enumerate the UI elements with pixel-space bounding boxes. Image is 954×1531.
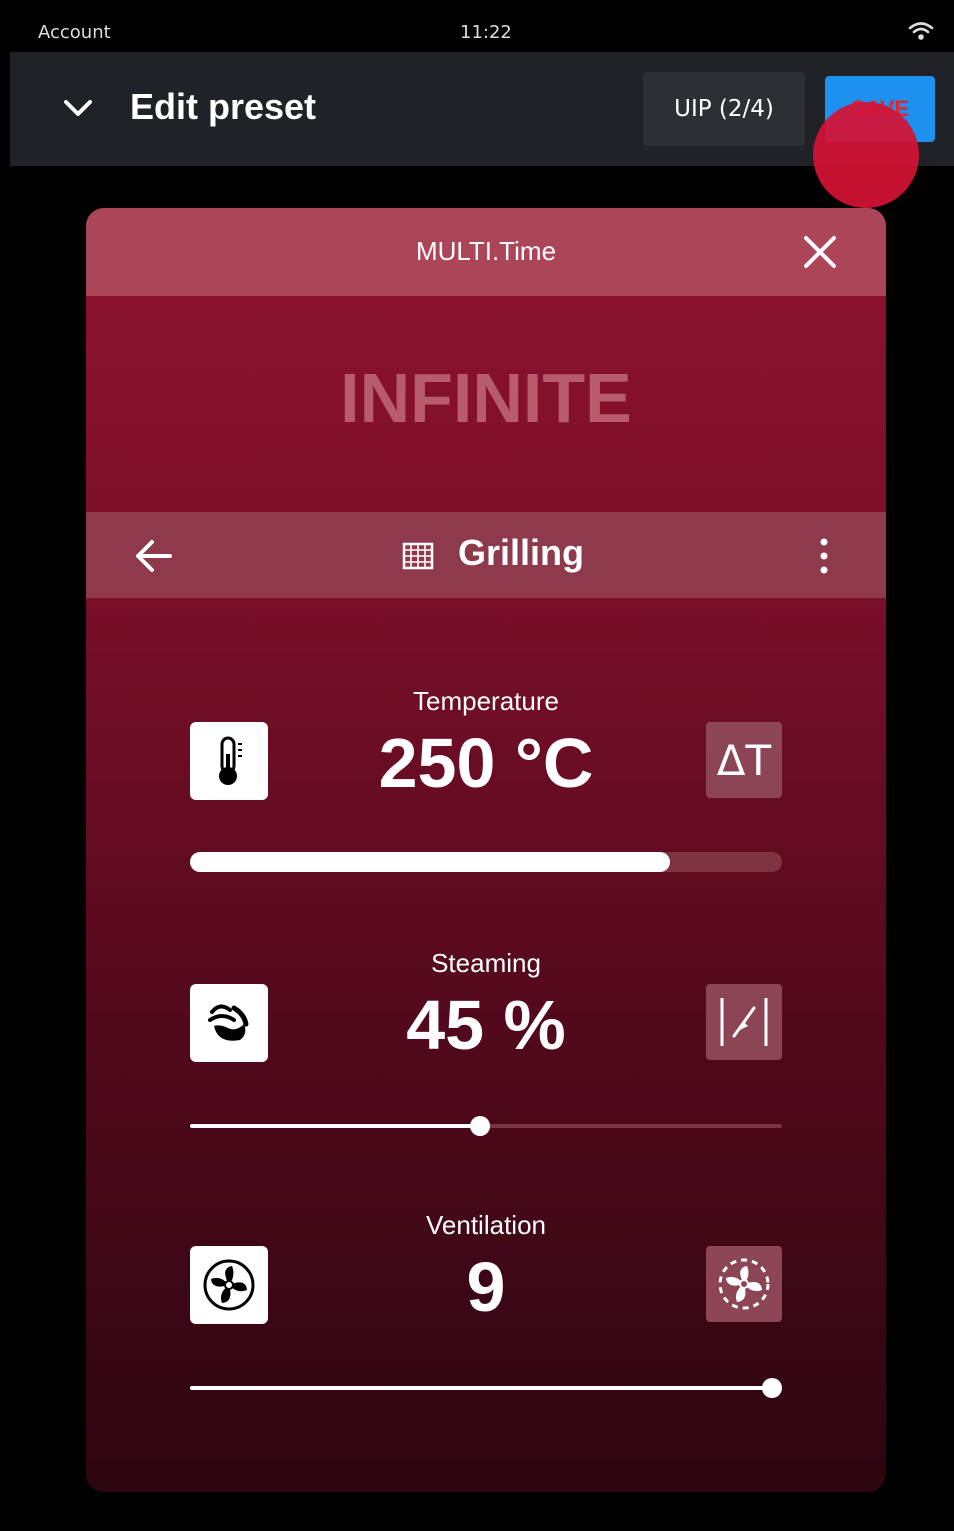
duration-label[interactable]: INFINITE [86, 358, 886, 438]
program-name[interactable]: Grilling [458, 532, 584, 574]
ventilation-slider-thumb[interactable] [762, 1378, 782, 1398]
temperature-label: Temperature [413, 686, 559, 716]
delta-t-button[interactable]: ΔT [706, 722, 782, 798]
more-options-icon[interactable] [814, 532, 834, 580]
screen: Account 11:22 Edit preset UIP (2/4) SAVE… [10, 14, 954, 1531]
status-bar: Account 11:22 [10, 14, 954, 52]
ventilation-slider-fill [190, 1386, 772, 1390]
steaming-slider[interactable] [190, 1114, 782, 1138]
step-indicator-button[interactable]: UIP (2/4) [643, 72, 805, 146]
grid-icon [402, 542, 434, 570]
ventilation-slider[interactable] [190, 1376, 782, 1400]
temperature-slider-fill [190, 852, 670, 872]
status-account-label: Account [38, 22, 111, 43]
status-time: 11:22 [460, 22, 512, 43]
steaming-slider-fill [190, 1124, 481, 1128]
back-arrow-icon[interactable] [130, 532, 178, 580]
page-title: Edit preset [130, 86, 317, 127]
card-title: MULTI.Time [415, 236, 557, 266]
wifi-icon [908, 22, 934, 40]
temperature-slider[interactable] [190, 850, 782, 874]
chevron-down-icon[interactable] [56, 86, 100, 130]
preset-card: MULTI.Time INFINITE Grilling Temperature [86, 208, 886, 1492]
close-icon[interactable] [798, 230, 842, 274]
humidity-control-icon[interactable] [706, 984, 782, 1060]
program-bar: Grilling [86, 512, 886, 598]
fan-auto-icon[interactable] [706, 1246, 782, 1322]
ventilation-label: Ventilation [426, 1210, 546, 1240]
touch-indicator [813, 102, 919, 208]
steaming-label: Steaming [431, 948, 541, 978]
steaming-slider-thumb[interactable] [470, 1116, 491, 1136]
